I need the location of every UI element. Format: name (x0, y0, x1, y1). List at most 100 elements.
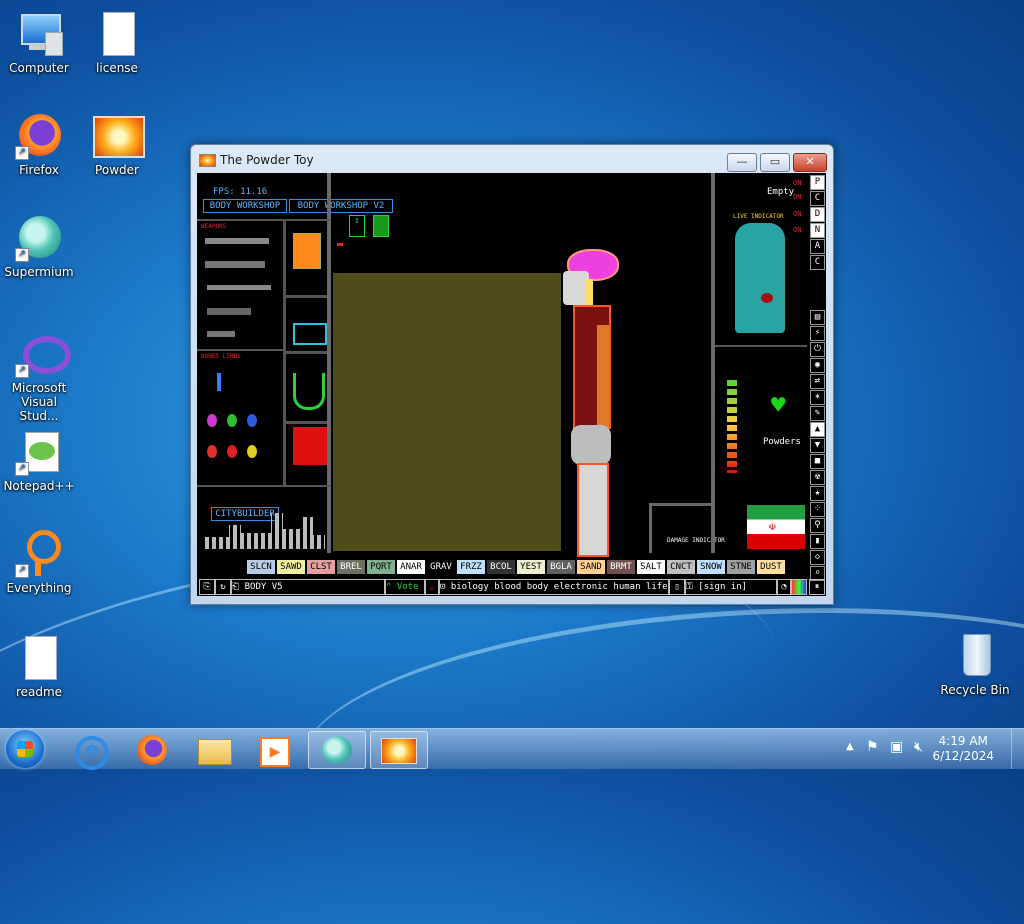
side-button-c2[interactable]: C (810, 255, 825, 270)
rifle-icon[interactable] (205, 261, 265, 268)
element-button-yest[interactable]: YEST (517, 560, 545, 574)
element-button-anar[interactable]: ANAR (397, 560, 425, 574)
taskbar-media-player[interactable]: ▶ (246, 731, 302, 767)
clear-button[interactable]: ◔ (777, 579, 791, 595)
side-button-d[interactable]: D (810, 207, 825, 222)
desktop-icon-recycle-bin[interactable]: Recycle Bin (936, 632, 1014, 697)
desktop-icon-powder[interactable]: Powder (78, 112, 156, 177)
element-button-sand[interactable]: SAND (577, 560, 605, 574)
taskbar-ie[interactable]: e (62, 731, 118, 770)
game-canvas[interactable]: FPS: 11.16 BODY WORKSHOP BODY WORKSHOP V… (197, 173, 826, 596)
grenade-red-icon[interactable] (207, 445, 217, 458)
element-button-clst[interactable]: CLST (307, 560, 335, 574)
element-button-grav[interactable]: GRAV (427, 560, 455, 574)
element-button-pqrt[interactable]: PQRT (367, 560, 395, 574)
powders-category-icon[interactable]: ▲ (810, 422, 825, 437)
life-category-icon[interactable]: ⁘ (810, 502, 825, 517)
solid-category-icon[interactable]: ■ (810, 454, 825, 469)
side-button-a[interactable]: A (810, 239, 825, 254)
sensor-category-icon[interactable]: ◉ (810, 358, 825, 373)
force-category-icon[interactable]: ⇄ (810, 374, 825, 389)
sign-in-button[interactable]: ⚿ [sign in] (685, 579, 777, 595)
gas-category-icon[interactable]: ✎ (810, 406, 825, 421)
element-button-frzz[interactable]: FRZZ (457, 560, 485, 574)
desktop-icon-visual-studio[interactable]: ↗ Microsoft Visual Stud... (0, 330, 78, 423)
electronics-category-icon[interactable]: ⚡ (810, 326, 825, 341)
grenade-green-icon[interactable] (227, 414, 237, 427)
desktop-icon-notepadpp[interactable]: ↗ Notepad++ (0, 428, 78, 493)
grenade-blue-icon[interactable] (247, 414, 257, 427)
recent-category-icon[interactable]: ◇ (810, 550, 825, 565)
desktop-icon-everything[interactable]: ↗ Everything (0, 530, 78, 595)
liquid-category-icon[interactable]: ▼ (810, 438, 825, 453)
start-button[interactable] (6, 730, 44, 768)
show-desktop-button[interactable] (1011, 729, 1024, 769)
rifle-icon[interactable] (207, 285, 271, 290)
action-center-flag-icon[interactable]: ⚑ (866, 739, 879, 755)
element-button-bgla[interactable]: BGLA (547, 560, 575, 574)
element-button-brmt[interactable]: BRMT (607, 560, 635, 574)
element-button-dust[interactable]: DUST (757, 560, 785, 574)
reload-button[interactable]: ↻ (215, 579, 231, 595)
window-titlebar[interactable]: The Powder Toy — ▭ ✕ (191, 145, 833, 175)
desktop-icon-supermium[interactable]: ↗ Supermium (0, 214, 78, 279)
clock-date: 6/12/2024 (932, 749, 994, 763)
grenade-yellow-icon[interactable] (247, 445, 257, 458)
blue-tool-icon[interactable] (217, 373, 221, 391)
grenade-magenta-icon[interactable] (207, 414, 217, 427)
network-icon[interactable]: ▣ (890, 739, 903, 755)
powder-toy-window[interactable]: The Powder Toy — ▭ ✕ FPS: 11.16 BODY WOR… (190, 144, 834, 605)
wall-category-icon[interactable]: ▤ (810, 310, 825, 325)
orange-device-icon[interactable] (293, 233, 321, 269)
desktop-icon-computer[interactable]: Computer (0, 10, 78, 75)
pause-button[interactable]: ⏸ (809, 579, 825, 595)
element-button-bcol[interactable]: BCOL (487, 560, 515, 574)
green-claw-icon[interactable] (293, 373, 325, 410)
volume-muted-icon[interactable]: 🔇︎ (914, 739, 923, 755)
element-button-brel[interactable]: BREL (337, 560, 365, 574)
smg-icon[interactable] (207, 308, 251, 315)
taskbar-firefox[interactable] (124, 731, 180, 767)
element-button-snow[interactable]: SNOW (697, 560, 725, 574)
desktop-icon-readme[interactable]: readme (0, 634, 78, 699)
taskbar-powder-toy[interactable] (370, 731, 428, 769)
tray-expand-icon[interactable]: ▲ (846, 741, 854, 752)
radioactive-category-icon[interactable]: ☢ (810, 470, 825, 485)
close-button[interactable]: ✕ (793, 153, 827, 172)
desktop-icon-firefox[interactable]: ↗ Firefox (0, 112, 78, 177)
maximize-button[interactable]: ▭ (760, 153, 790, 172)
pistol-icon[interactable] (207, 331, 235, 337)
clock[interactable]: 4:19 AM 6/12/2024 (932, 734, 994, 764)
special-category-icon[interactable]: ★ (810, 486, 825, 501)
element-button-stne[interactable]: STNE (727, 560, 755, 574)
grenade-red-icon[interactable] (227, 445, 237, 458)
red-block-icon[interactable] (293, 427, 327, 465)
cyan-frame-icon[interactable] (293, 323, 327, 345)
side-button-p[interactable]: P (810, 175, 825, 190)
explosive-category-icon[interactable]: ✶ (810, 390, 825, 405)
taskbar-explorer[interactable] (186, 731, 242, 767)
rifle-icon[interactable] (205, 238, 269, 244)
element-button-cnct[interactable]: CNCT (667, 560, 695, 574)
human-body-figure[interactable] (563, 245, 623, 557)
open-button[interactable]: ⎘ (199, 579, 215, 595)
power-category-icon[interactable]: ⏻ (810, 342, 825, 357)
vote-down-button[interactable]: ⌄ (425, 579, 439, 595)
report-button[interactable]: ▯ (669, 579, 685, 595)
display-mode-button[interactable] (791, 579, 807, 595)
frame-up-button[interactable]: ⇕ (349, 215, 365, 237)
bookmark-category-icon[interactable]: ▮ (810, 534, 825, 549)
element-button-salt[interactable]: SALT (637, 560, 665, 574)
tags-box[interactable]: ⊡ biology blood body electronic human li… (439, 579, 669, 595)
taskbar-supermium[interactable] (308, 731, 366, 769)
element-button-sawd[interactable]: SAWD (277, 560, 305, 574)
save-name-box[interactable]: ⎗ BODY V5 (231, 579, 385, 595)
tools-category-icon[interactable]: ⚲ (810, 518, 825, 533)
frame-green-button[interactable] (373, 215, 389, 237)
vote-up-button[interactable]: ⌃ Vote (385, 579, 425, 595)
element-button-slcn[interactable]: SLCN (247, 560, 275, 574)
side-button-c[interactable]: C (810, 191, 825, 206)
desktop-icon-license[interactable]: license (78, 10, 156, 75)
minimize-button[interactable]: — (727, 153, 757, 172)
side-button-n[interactable]: N (810, 223, 825, 238)
